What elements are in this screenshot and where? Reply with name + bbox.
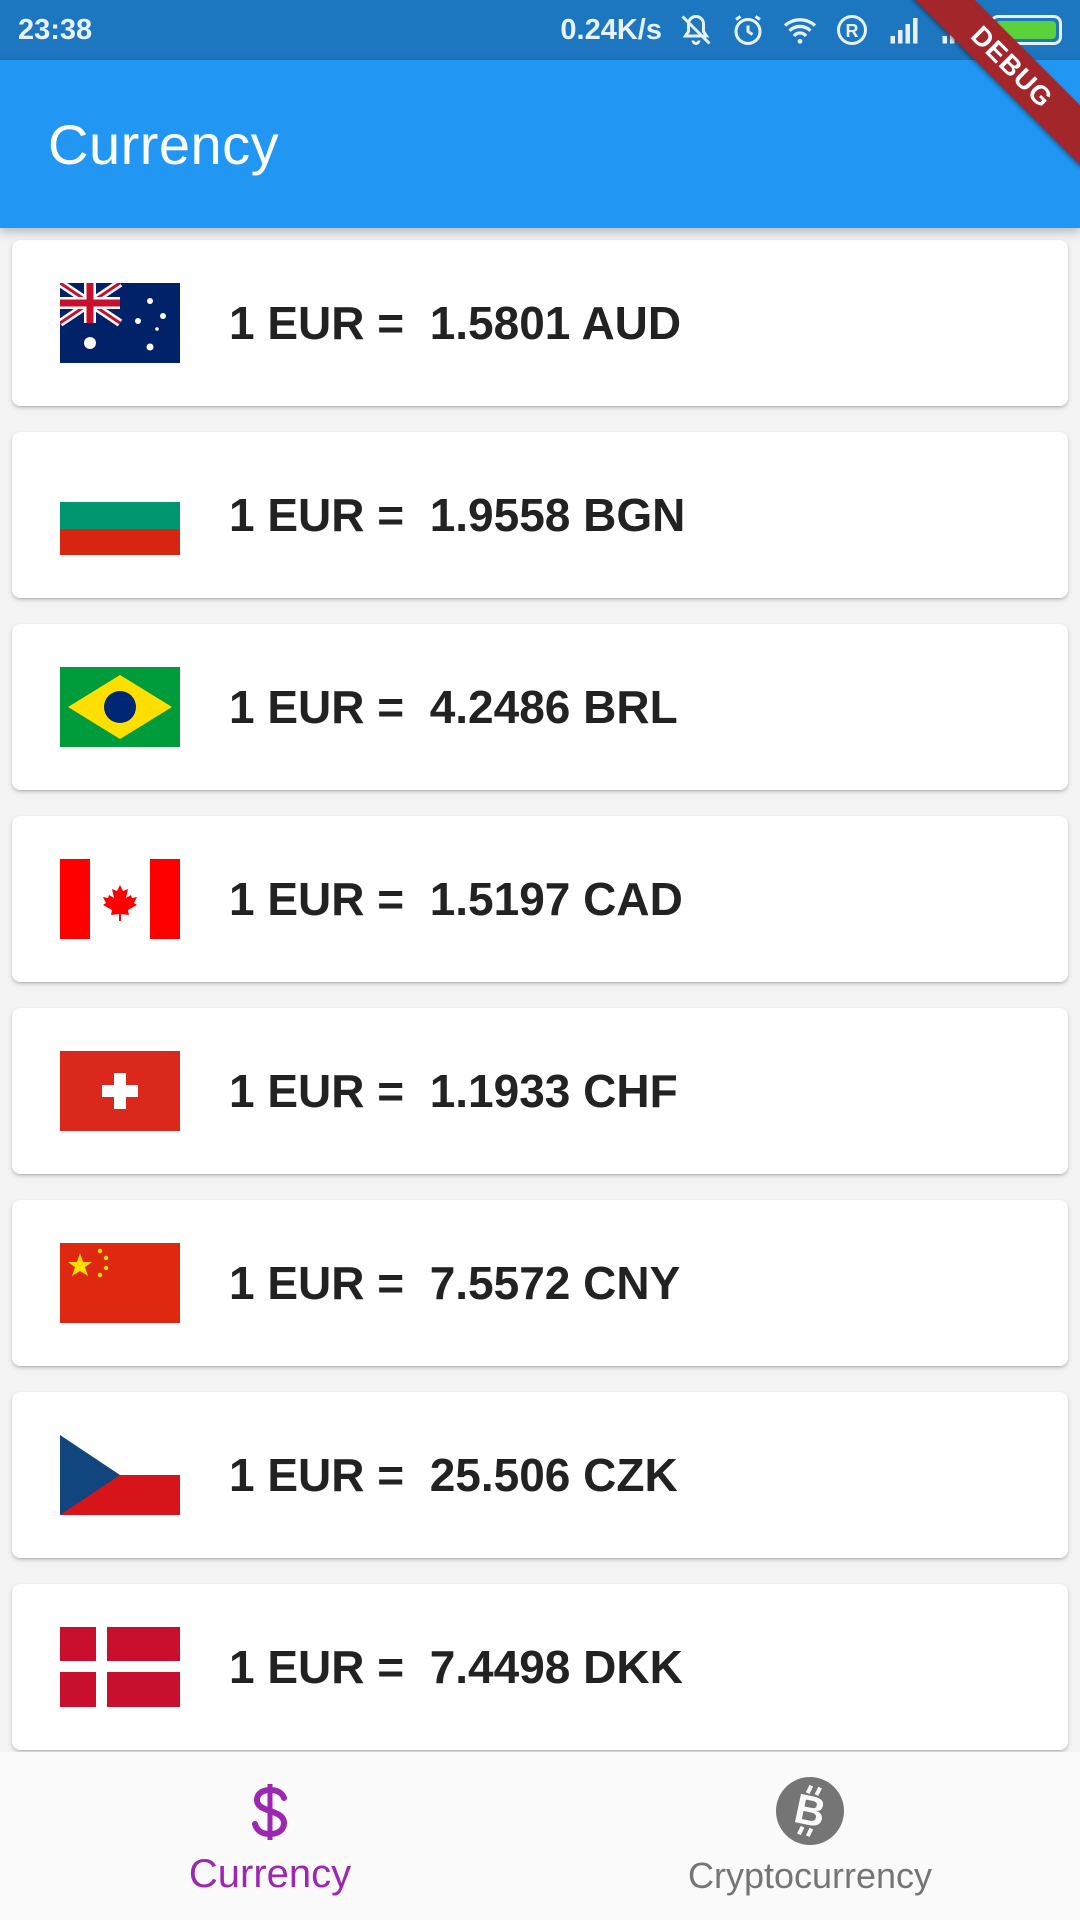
registered-icon: R xyxy=(834,12,870,48)
rate-text: 1 EUR = 1.5197 CAD xyxy=(229,873,683,925)
list-item[interactable]: 1 EUR = 7.4498 DKK xyxy=(12,1584,1068,1750)
rate-text: 1 EUR = 1.9558 BGN xyxy=(229,489,686,541)
list-item[interactable]: 1 EUR = 1.1933 CHF xyxy=(12,1008,1068,1174)
bulgaria-flag-icon xyxy=(60,475,180,555)
alarm-icon xyxy=(730,12,766,48)
list-item[interactable]: 1 EUR = 7.5572 CNY xyxy=(12,1200,1068,1366)
list-item[interactable]: 1 EUR = 4.2486 BRL xyxy=(12,624,1068,790)
tab-label: Currency xyxy=(188,1851,352,1896)
tab-label: Cryptocurrency xyxy=(687,1855,933,1896)
australia-flag-icon xyxy=(60,283,180,363)
brazil-flag-icon xyxy=(60,667,180,747)
dollar-icon xyxy=(234,1776,306,1848)
wifi-icon xyxy=(782,12,818,48)
list-item[interactable]: 1 EUR = 1.9558 BGN xyxy=(12,432,1068,598)
rate-text: 1 EUR = 7.4498 DKK xyxy=(229,1641,683,1693)
bitcoin-icon: B xyxy=(774,1775,846,1847)
denmark-flag-icon xyxy=(60,1627,180,1707)
debug-ribbon: DEBUG xyxy=(900,0,1080,180)
currency-list[interactable]: 1 EUR = 1.5801 AUD 1 EUR = 1.9558 BGN 1 … xyxy=(12,240,1068,1776)
svg-text:R: R xyxy=(846,21,859,41)
page-title: Currency xyxy=(48,112,280,176)
rate-text: 1 EUR = 7.5572 CNY xyxy=(229,1257,681,1309)
status-time: 23:38 xyxy=(18,13,93,46)
rate-text: 1 EUR = 25.506 CZK xyxy=(229,1449,678,1501)
rate-text: 1 EUR = 1.5801 AUD xyxy=(229,297,682,349)
debug-label: DEBUG xyxy=(912,0,1080,167)
canada-flag-icon xyxy=(60,859,180,939)
tab-currency[interactable]: Currency xyxy=(0,1752,540,1920)
list-item[interactable]: 1 EUR = 25.506 CZK xyxy=(12,1392,1068,1558)
rate-text: 1 EUR = 1.1933 CHF xyxy=(229,1065,678,1117)
tab-cryptocurrency[interactable]: B Cryptocurrency xyxy=(540,1752,1080,1920)
china-flag-icon xyxy=(60,1243,180,1323)
screen: 23:38 0.24K/s R DEBUG Currency 1 EUR = 1… xyxy=(0,0,1080,1920)
rate-text: 1 EUR = 4.2486 BRL xyxy=(229,681,678,733)
bottom-navigation: Currency B Cryptocurrency xyxy=(0,1752,1080,1920)
list-item[interactable]: 1 EUR = 1.5801 AUD xyxy=(12,240,1068,406)
switzerland-flag-icon xyxy=(60,1051,180,1131)
czech-flag-icon xyxy=(60,1435,180,1515)
mute-icon xyxy=(678,12,714,48)
list-item[interactable]: 1 EUR = 1.5197 CAD xyxy=(12,816,1068,982)
network-speed: 0.24K/s xyxy=(560,13,662,46)
